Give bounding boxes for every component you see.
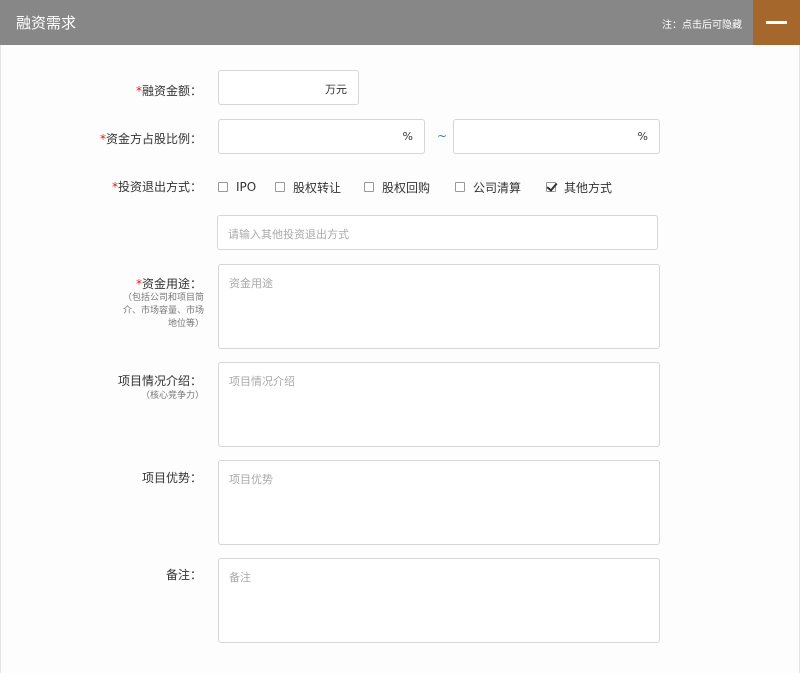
remark-textarea[interactable]: 备注	[218, 558, 660, 643]
exit-option-liquidation[interactable]: 公司清算	[455, 181, 521, 195]
usage-placeholder: 资金用途	[229, 277, 273, 290]
exit-option-other[interactable]: 其他方式	[546, 181, 612, 195]
remark-label: 备注：	[165, 568, 202, 582]
checkbox[interactable]	[455, 182, 465, 192]
checkbox-checked[interactable]	[546, 182, 556, 192]
exit-other-input[interactable]: 请输入其他投资退出方式	[217, 215, 658, 250]
collapse-note: 注：点击后可隐藏	[662, 20, 742, 31]
amount-label: *融资金额：	[135, 84, 202, 98]
exit-label: *投资退出方式：	[111, 180, 202, 194]
intro-textarea[interactable]: 项目情况介绍	[218, 362, 660, 447]
amount-input[interactable]: 万元	[218, 70, 359, 105]
exit-option-equity-transfer[interactable]: 股权转让	[275, 181, 341, 195]
section-title: 融资需求	[16, 14, 77, 32]
ratio-max-input[interactable]: %	[453, 119, 660, 154]
remark-placeholder: 备注	[229, 571, 251, 584]
checkbox[interactable]	[364, 182, 374, 192]
advantage-placeholder: 项目优势	[229, 473, 273, 486]
minus-icon	[766, 21, 787, 24]
usage-hint: （包括公司和项目简 介、市场容量、市场 地位等）	[122, 293, 204, 329]
checkbox[interactable]	[275, 182, 285, 192]
intro-label: 项目情况介绍：	[117, 374, 202, 388]
section-header: 融资需求 注：点击后可隐藏	[0, 0, 800, 45]
amount-unit: 万元	[325, 83, 347, 96]
exit-other-placeholder: 请输入其他投资退出方式	[228, 228, 349, 241]
ratio-separator: ~	[437, 129, 448, 143]
advantage-label: 项目优势：	[141, 471, 202, 485]
advantage-textarea[interactable]: 项目优势	[218, 460, 660, 545]
ratio-min-unit: %	[402, 130, 413, 143]
ratio-max-unit: %	[637, 130, 648, 143]
usage-label: *资金用途：	[135, 277, 202, 291]
ratio-min-input[interactable]: %	[218, 119, 425, 154]
intro-hint: （核心竞争力）	[140, 391, 204, 401]
ratio-label: *资金方占股比例：	[99, 132, 202, 146]
collapse-button[interactable]	[753, 0, 800, 45]
exit-option-ipo[interactable]: IPO	[218, 180, 256, 194]
checkbox[interactable]	[218, 182, 228, 192]
intro-placeholder: 项目情况介绍	[229, 375, 295, 388]
usage-textarea[interactable]: 资金用途	[218, 264, 660, 349]
exit-option-equity-buyback[interactable]: 股权回购	[364, 181, 430, 195]
